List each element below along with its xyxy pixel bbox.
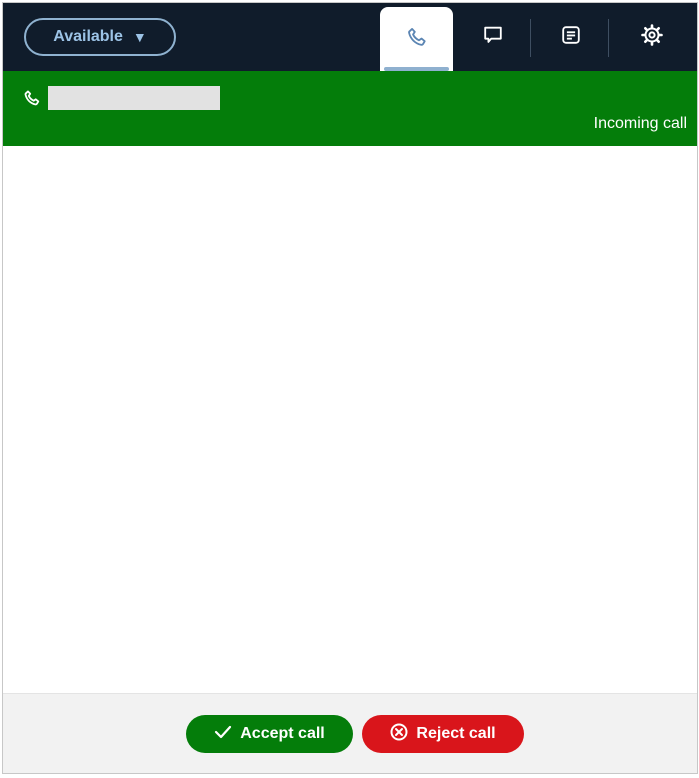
caret-down-icon: ▼ bbox=[132, 29, 147, 45]
accept-call-button[interactable]: Accept call bbox=[186, 715, 353, 753]
tab-chat[interactable] bbox=[461, 3, 525, 71]
phone-icon bbox=[406, 26, 428, 53]
close-circle-icon bbox=[390, 723, 408, 746]
ccp-window: Available ▼ Incoming call Accept call Re… bbox=[2, 2, 698, 774]
caller-number-redacted bbox=[48, 86, 220, 110]
agent-status-dropdown[interactable]: Available ▼ bbox=[24, 18, 176, 56]
phone-icon bbox=[23, 89, 41, 112]
chat-icon bbox=[482, 24, 504, 51]
gear-icon bbox=[640, 23, 664, 52]
tab-settings[interactable] bbox=[617, 3, 687, 71]
call-status-text: Incoming call bbox=[593, 115, 687, 132]
reject-call-button[interactable]: Reject call bbox=[362, 715, 524, 753]
agent-status-label: Available bbox=[53, 28, 123, 45]
incoming-call-banner: Incoming call bbox=[3, 71, 697, 146]
check-icon bbox=[214, 724, 232, 745]
tasks-icon bbox=[560, 24, 582, 51]
call-actions-footer: Accept call Reject call bbox=[3, 693, 697, 773]
tab-tasks[interactable] bbox=[539, 3, 603, 71]
tab-divider bbox=[530, 19, 531, 57]
reject-call-label: Reject call bbox=[416, 725, 496, 742]
tab-phone[interactable] bbox=[380, 7, 453, 71]
tab-divider bbox=[608, 19, 609, 57]
accept-call-label: Accept call bbox=[240, 725, 325, 742]
top-navigation-bar: Available ▼ bbox=[3, 3, 697, 71]
